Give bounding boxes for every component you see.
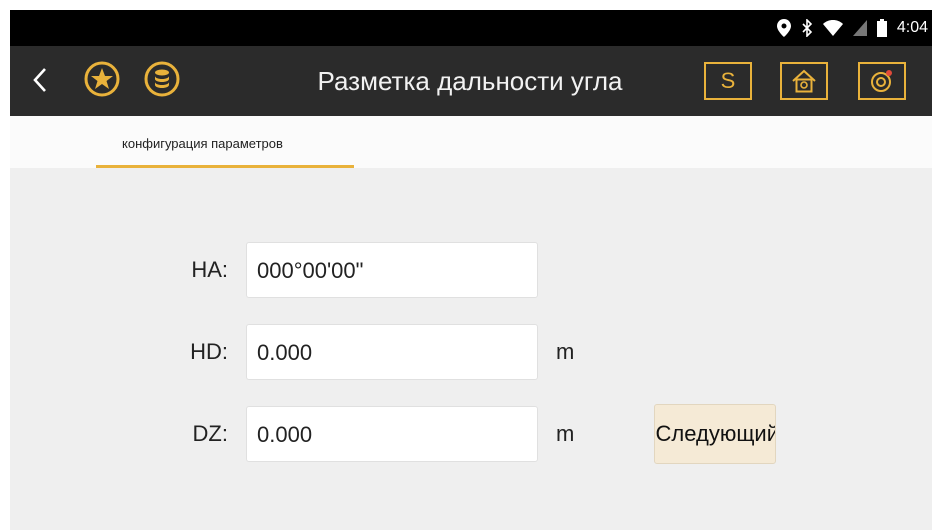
back-button[interactable] [20, 60, 60, 100]
star-icon [84, 61, 120, 97]
home-button[interactable] [780, 62, 828, 100]
status-icons: 4:04 [776, 10, 928, 46]
hd-label: HD: [190, 339, 228, 364]
page-title: Разметка дальности угла [317, 66, 623, 96]
wifi-icon [822, 20, 843, 36]
bluetooth-icon [801, 19, 813, 37]
location-icon [776, 19, 791, 37]
hd-row: HD: 0.000 m [10, 324, 932, 384]
favorites-button[interactable] [82, 59, 122, 99]
ha-label: HA: [191, 257, 228, 282]
dz-unit: m [556, 421, 575, 446]
next-button[interactable]: Следующий [654, 404, 776, 464]
ha-row: HA: 000°00'00" [10, 242, 932, 302]
hd-unit: m [556, 339, 575, 364]
app-window: 4:04 Разметка дальности угла S конфигура… [10, 10, 932, 530]
next-button-label: Следующий [655, 421, 776, 446]
chevron-left-icon [33, 68, 46, 92]
database-icon [144, 61, 180, 97]
status-time: 4:04 [896, 19, 928, 36]
dz-input[interactable]: 0.000 [246, 406, 538, 462]
database-button[interactable] [142, 59, 182, 99]
dz-label: DZ: [192, 421, 228, 446]
s-button-label: S [720, 68, 736, 93]
tab-label: конфигурация параметров [122, 136, 283, 151]
home-icon [792, 69, 816, 93]
s-button[interactable]: S [704, 62, 752, 100]
hd-input[interactable]: 0.000 [246, 324, 538, 380]
target-button[interactable] [858, 62, 906, 100]
status-bar: 4:04 [10, 10, 932, 46]
no-sim-icon [852, 20, 867, 36]
dz-row: DZ: 0.000 m Следующий [10, 404, 932, 466]
tab-selected-indicator [96, 165, 354, 168]
target-icon [871, 70, 892, 92]
battery-icon [876, 19, 887, 37]
tab-strip: конфигурация параметров [10, 116, 932, 168]
ha-input[interactable]: 000°00'00" [246, 242, 538, 298]
tab-parameter-configuration[interactable]: конфигурация параметров [96, 116, 354, 168]
app-bar: Разметка дальности угла S [10, 46, 932, 116]
